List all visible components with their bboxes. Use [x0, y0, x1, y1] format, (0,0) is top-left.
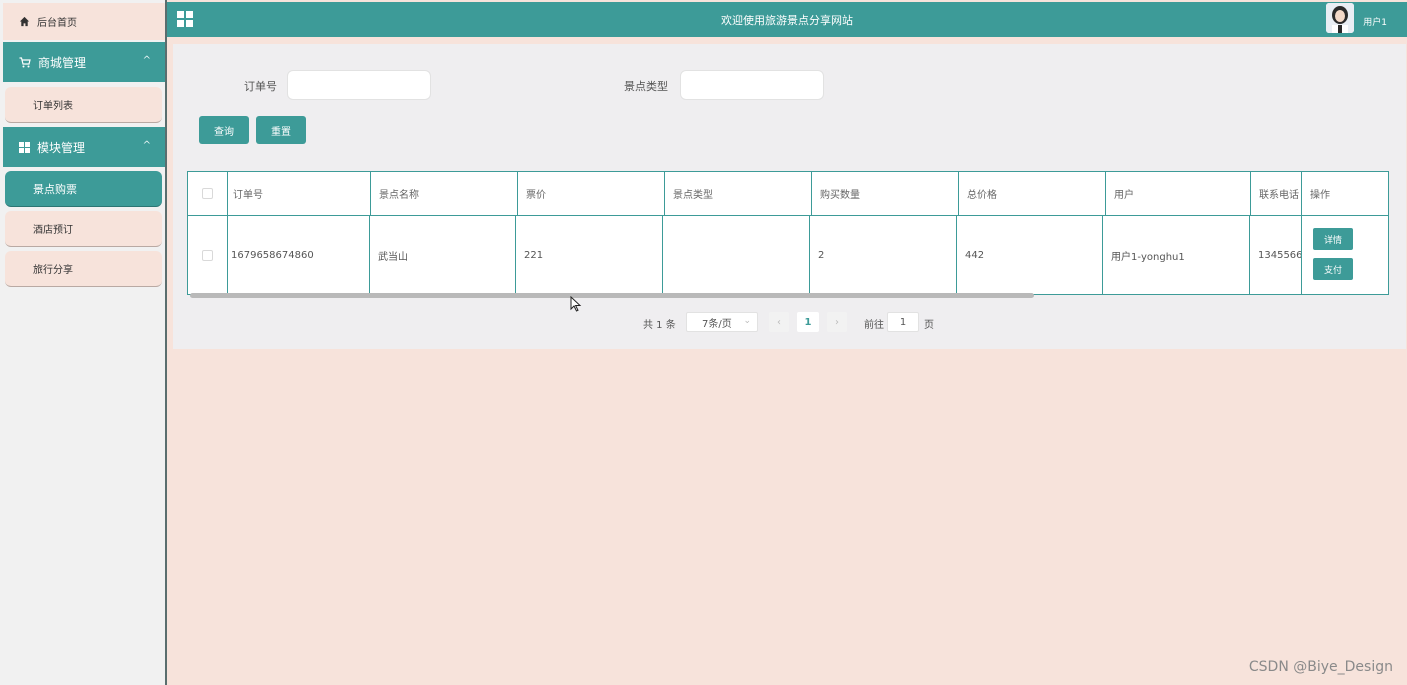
pagination-total: 共 1 条: [643, 320, 676, 331]
pay-button[interactable]: 支付: [1313, 258, 1353, 280]
chevron-right-icon: ›: [835, 316, 839, 328]
cell-spot-type: [663, 216, 810, 294]
chevron-up-icon: ^: [142, 55, 151, 66]
home-icon: [19, 16, 30, 27]
orders-table: 订单号 景点名称 票价 景点类型 购买数量 总价格 用户 联系电话 操作 167…: [187, 171, 1389, 295]
sidebar-item-label: 旅行分享: [33, 265, 73, 276]
sidebar: 后台首页 商城管理 ^ 订单列表 模块管理 ^ 景点购票 酒店预订 旅行分享: [0, 0, 167, 685]
cart-icon: [19, 56, 31, 68]
checkbox[interactable]: [202, 188, 213, 199]
sidebar-item-label: 酒店预订: [33, 225, 73, 236]
spot-type-input[interactable]: [680, 70, 824, 100]
chevron-down-icon: ⌄: [743, 316, 751, 326]
reset-button[interactable]: 重置: [256, 116, 306, 144]
order-no-input[interactable]: [287, 70, 431, 100]
cell-user: 用户1-yonghu1: [1103, 216, 1250, 294]
goto-page-input[interactable]: 1: [887, 312, 919, 332]
column-header: 用户: [1106, 172, 1251, 215]
goto-label: 前往: [864, 320, 884, 331]
sidebar-item-travel-share[interactable]: 旅行分享: [5, 251, 162, 287]
column-header: 操作: [1310, 190, 1330, 201]
avatar[interactable]: [1326, 3, 1354, 33]
column-header: 联系电话: [1251, 172, 1302, 215]
sidebar-group-modules[interactable]: 模块管理 ^: [3, 127, 165, 167]
sidebar-group-label: 模块管理: [37, 140, 86, 155]
row-select[interactable]: [188, 216, 228, 294]
order-no-label: 订单号: [244, 80, 277, 93]
sidebar-item-order-list[interactable]: 订单列表: [5, 87, 162, 123]
query-button[interactable]: 查询: [199, 116, 249, 144]
cell-phone: 13455667: [1250, 216, 1302, 294]
horizontal-scrollbar[interactable]: [190, 293, 1034, 298]
column-header: 订单号: [228, 172, 371, 215]
sidebar-item-ticket[interactable]: 景点购票: [5, 171, 162, 207]
checkbox[interactable]: [202, 249, 213, 261]
column-header: 景点类型: [665, 172, 812, 215]
header-select-all[interactable]: [188, 172, 228, 215]
spot-type-label: 景点类型: [624, 80, 668, 93]
sidebar-group-label: 商城管理: [38, 55, 87, 70]
prev-page-button[interactable]: ‹: [769, 312, 789, 332]
cell-actions: 详情 支付: [1302, 216, 1388, 294]
next-page-button[interactable]: ›: [827, 312, 847, 332]
detail-button[interactable]: 详情: [1313, 228, 1353, 250]
column-header: 购买数量: [812, 172, 959, 215]
column-header: 总价格: [959, 172, 1106, 215]
sidebar-item-label: 景点购票: [33, 182, 77, 196]
page-size-value: 7条/页: [702, 318, 732, 330]
cell-quantity: 2: [810, 216, 957, 294]
sidebar-home-label: 后台首页: [37, 18, 77, 29]
top-bar: 欢迎使用旅游景点分享网站 用户1: [167, 2, 1407, 37]
cell-total: 442: [957, 216, 1103, 294]
cell-order-no: 1679658674860: [228, 216, 370, 294]
app-title: 欢迎使用旅游景点分享网站: [721, 14, 853, 27]
column-header: 景点名称: [371, 172, 518, 215]
chevron-left-icon: ‹: [777, 316, 781, 328]
sidebar-item-hotel[interactable]: 酒店预订: [5, 211, 162, 247]
sidebar-item-home[interactable]: 后台首页: [3, 3, 165, 40]
mouse-cursor-icon: [570, 296, 582, 312]
sidebar-item-label: 订单列表: [33, 101, 73, 112]
cell-spot-name: 武当山: [370, 216, 516, 294]
chevron-up-icon: ^: [142, 140, 151, 151]
sidebar-group-shop[interactable]: 商城管理 ^: [3, 42, 165, 82]
column-header: 票价: [518, 172, 665, 215]
cell-price: 221: [516, 216, 663, 294]
username[interactable]: 用户1: [1363, 15, 1387, 28]
page-suffix: 页: [924, 320, 934, 331]
grid-icon: [19, 141, 30, 153]
page-number-current[interactable]: 1: [797, 312, 819, 332]
page-size-select[interactable]: 7条/页 ⌄: [686, 312, 758, 332]
watermark: CSDN @Biye_Design: [1248, 659, 1393, 675]
